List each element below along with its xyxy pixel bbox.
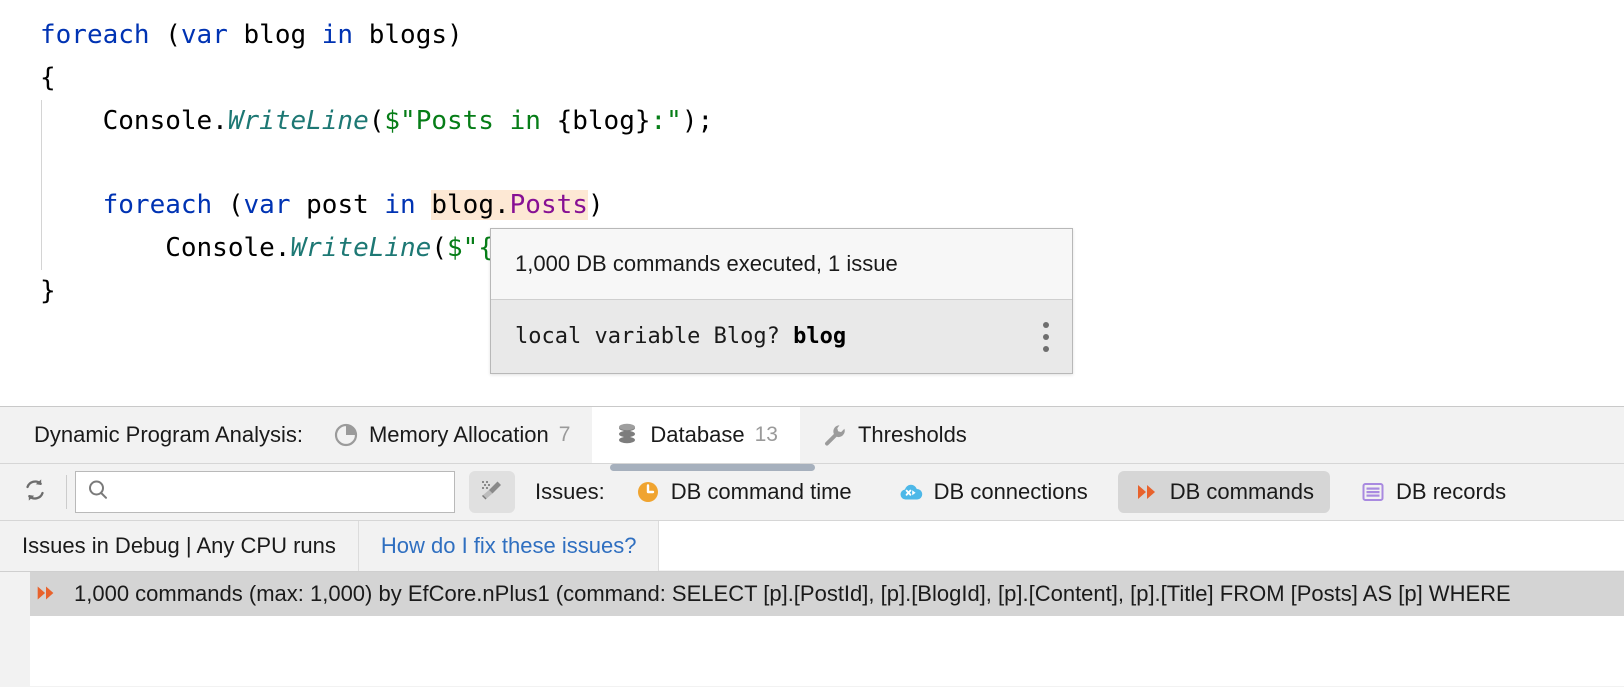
code-token: ) <box>588 190 604 220</box>
code-line: foreach (var post in blog.Posts) <box>40 184 604 227</box>
tab-count: 7 <box>559 423 571 447</box>
tooltip-summary: 1,000 DB commands executed, 1 issue <box>491 229 1072 300</box>
filter-db-commands[interactable]: DB commands <box>1118 471 1330 513</box>
tab-database[interactable]: Database 13 <box>592 407 800 463</box>
double-chevron-icon <box>1134 479 1160 505</box>
cloud-connection-icon <box>898 479 924 505</box>
search-input[interactable] <box>110 480 440 505</box>
code-token: } <box>40 276 56 306</box>
results-gutter <box>0 572 30 686</box>
inlay-hint-tooltip[interactable]: 1,000 DB commands executed, 1 issue loca… <box>490 228 1073 374</box>
code-token: Console. <box>40 106 228 136</box>
table-row[interactable]: 1,000 commands (max: 1,000) by EfCore.nP… <box>0 572 1624 616</box>
code-token: blog <box>228 20 322 50</box>
code-line: foreach (var blog in blogs) <box>40 14 463 57</box>
subtab-how-do-i-fix[interactable]: How do I fix these issues? <box>359 521 660 571</box>
wrench-icon <box>822 422 848 448</box>
code-token: blogs) <box>353 20 463 50</box>
code-token: post <box>290 190 384 220</box>
subtab-filler <box>659 521 1624 571</box>
code-token: ( <box>150 20 181 50</box>
code-line: Console.WriteLine($"Posts in {blog}:"); <box>40 100 713 143</box>
code-token: {blog} <box>557 106 651 136</box>
kebab-menu-icon[interactable] <box>1038 320 1054 354</box>
results-empty-area <box>30 616 1624 686</box>
tooltip-signature: local variable Blog? blog <box>515 324 846 349</box>
tab-label: Memory Allocation <box>369 422 549 448</box>
code-token: in <box>384 190 415 220</box>
tooltip-signature-section: local variable Blog? blog <box>491 300 1072 373</box>
subtab-issues-in-debug[interactable]: Issues in Debug | Any CPU runs <box>0 521 359 571</box>
code-token: Console. <box>40 233 290 263</box>
code-line: { <box>40 57 56 100</box>
tab-memory-allocation[interactable]: Memory Allocation 7 <box>311 407 592 463</box>
issues-results-list: 1,000 commands (max: 1,000) by EfCore.nP… <box>0 571 1624 686</box>
code-token: ( <box>212 190 243 220</box>
code-token: foreach <box>103 190 213 220</box>
filter-label: DB command time <box>671 479 852 505</box>
double-chevron-icon <box>34 581 60 607</box>
application-window: foreach (var blog in blogs) { Console.Wr… <box>0 0 1624 686</box>
subtab-strip: Issues in Debug | Any CPU runs How do I … <box>0 521 1624 571</box>
refresh-button[interactable] <box>12 471 58 513</box>
refresh-icon <box>21 476 49 509</box>
tab-label: Database <box>650 422 744 448</box>
search-icon <box>86 478 110 507</box>
tab-label: Thresholds <box>858 422 967 448</box>
issue-description: 1,000 commands (max: 1,000) by EfCore.nP… <box>74 581 1511 607</box>
clock-icon <box>635 479 661 505</box>
filter-db-records[interactable]: DB records <box>1344 471 1522 513</box>
broom-icon <box>479 477 505 508</box>
tab-count: 13 <box>755 423 778 447</box>
horizontal-scrollbar[interactable] <box>610 464 815 471</box>
code-token <box>40 190 103 220</box>
code-token: $"{ <box>447 233 494 263</box>
filter-label: DB records <box>1396 479 1506 505</box>
code-token: :" <box>651 106 682 136</box>
filter-label: DB commands <box>1170 479 1314 505</box>
code-token: var <box>181 20 228 50</box>
tab-strip: Dynamic Program Analysis: Memory Allocat… <box>0 407 1624 464</box>
tooltip-signature-name: blog <box>793 324 846 349</box>
code-token: ( <box>431 233 447 263</box>
code-line: Console.WriteLine($"{ <box>40 227 494 270</box>
filter-toolbar: Issues: DB command time <box>0 464 1624 521</box>
tab-thresholds[interactable]: Thresholds <box>800 407 999 463</box>
tooltip-signature-prefix: local variable Blog? <box>515 324 793 349</box>
clear-filters-button[interactable] <box>469 471 515 513</box>
code-token: var <box>244 190 291 220</box>
filter-db-command-time[interactable]: DB command time <box>619 471 868 513</box>
code-token: WriteLine <box>290 233 431 263</box>
code-token: { <box>40 63 56 93</box>
code-token: in <box>322 20 353 50</box>
code-token <box>416 190 432 220</box>
code-token: ( <box>369 106 385 136</box>
code-line: } <box>40 270 56 313</box>
code-token: WriteLine <box>228 106 369 136</box>
pie-chart-icon <box>333 422 359 448</box>
code-token: blog. <box>431 190 509 220</box>
code-token: foreach <box>40 20 150 50</box>
filter-label: DB connections <box>934 479 1088 505</box>
filter-db-connections[interactable]: DB connections <box>882 471 1104 513</box>
code-token: $"Posts in <box>384 106 556 136</box>
records-list-icon <box>1360 479 1386 505</box>
issues-label: Issues: <box>535 479 605 505</box>
database-icon <box>614 422 640 448</box>
search-field[interactable] <box>75 471 455 513</box>
toolbar-separator <box>66 475 67 509</box>
code-token: ); <box>682 106 713 136</box>
dynamic-program-analysis-panel: Dynamic Program Analysis: Memory Allocat… <box>0 406 1624 687</box>
panel-title: Dynamic Program Analysis: <box>0 422 311 448</box>
code-token: Posts <box>510 190 588 220</box>
